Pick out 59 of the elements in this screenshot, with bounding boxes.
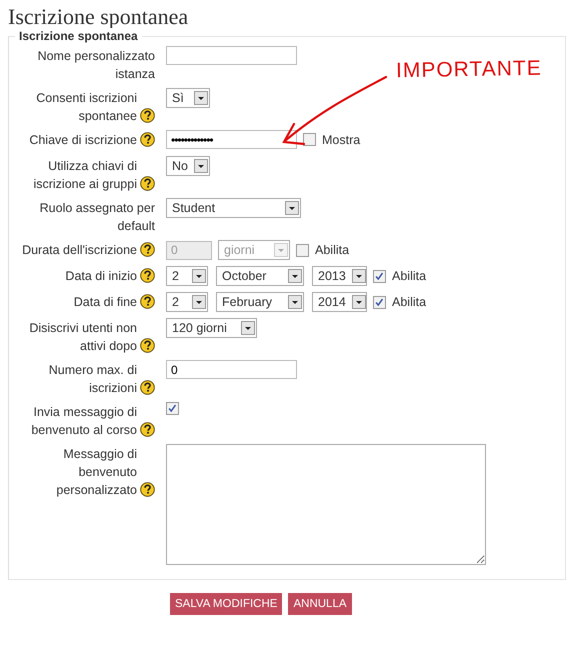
help-icon[interactable] bbox=[140, 268, 155, 283]
dropdown[interactable]: No bbox=[166, 156, 210, 176]
form-button[interactable]: ANNULLA bbox=[288, 593, 352, 615]
field-label: Data di fine bbox=[74, 294, 137, 311]
dropdown[interactable]: Student bbox=[166, 198, 301, 218]
caret-icon bbox=[288, 269, 302, 283]
help-icon[interactable] bbox=[140, 380, 155, 395]
caret-icon bbox=[274, 243, 288, 257]
dropdown[interactable]: February bbox=[216, 292, 304, 312]
checkbox-label: Mostra bbox=[322, 132, 360, 148]
field-label: Nome personalizzato istanza bbox=[36, 48, 155, 83]
field-label: Chiave di iscrizione bbox=[29, 132, 137, 149]
help-icon[interactable] bbox=[140, 338, 155, 353]
caret-icon bbox=[288, 295, 302, 309]
dropdown[interactable]: 2013 bbox=[312, 266, 367, 286]
field-label: Utilizza chiavi di iscrizione ai gruppi bbox=[32, 158, 137, 193]
dropdown[interactable]: 2014 bbox=[312, 292, 367, 312]
help-icon[interactable] bbox=[140, 176, 155, 191]
field-label: Consenti iscrizioni spontanee bbox=[35, 90, 137, 125]
field-label: Invia messaggio di benvenuto al corso bbox=[30, 404, 137, 439]
checkbox[interactable] bbox=[303, 133, 316, 146]
caret-icon bbox=[192, 295, 206, 309]
help-icon[interactable] bbox=[140, 482, 155, 497]
field-label: Ruolo assegnato per default bbox=[38, 200, 155, 235]
help-icon[interactable] bbox=[140, 108, 155, 123]
caret-icon bbox=[192, 269, 206, 283]
caret-icon bbox=[241, 321, 255, 335]
caret-icon bbox=[194, 159, 208, 173]
help-icon[interactable] bbox=[140, 422, 155, 437]
field-label: Disiscrivi utenti non attivi dopo bbox=[28, 320, 137, 355]
annotation-text: IMPORTANTE bbox=[396, 56, 542, 84]
checkbox[interactable] bbox=[373, 296, 386, 308]
dropdown[interactable]: Sì bbox=[166, 88, 210, 108]
dropdown[interactable]: 2 bbox=[166, 292, 208, 312]
caret-icon bbox=[352, 269, 366, 283]
page-title: Iscrizione spontanea bbox=[8, 4, 190, 30]
checkbox-label: Abilita bbox=[392, 294, 426, 311]
help-icon[interactable] bbox=[140, 294, 155, 309]
input-field[interactable] bbox=[166, 46, 297, 65]
checkbox-label: Abilita bbox=[392, 268, 426, 285]
checkbox[interactable] bbox=[166, 402, 179, 415]
input-field[interactable]: 0 bbox=[166, 360, 297, 379]
dropdown[interactable]: 2 bbox=[166, 266, 208, 286]
field-label: Numero max. di iscrizioni bbox=[48, 362, 137, 397]
checkbox[interactable] bbox=[373, 270, 386, 282]
field-label: Durata dell'iscrizione bbox=[22, 242, 137, 259]
input-field[interactable]: ••••••••••••• bbox=[166, 130, 297, 149]
field-label: Messaggio di benvenuto personalizzato bbox=[55, 446, 137, 499]
field-label: Data di inizio bbox=[65, 268, 137, 285]
dropdown[interactable]: 120 giorni bbox=[166, 318, 257, 338]
caret-icon bbox=[352, 295, 366, 309]
dropdown[interactable]: October bbox=[216, 266, 304, 286]
form-button[interactable]: SALVA MODIFICHE bbox=[170, 593, 282, 615]
caret-icon bbox=[285, 201, 299, 215]
help-icon[interactable] bbox=[140, 132, 155, 147]
caret-icon bbox=[194, 91, 208, 105]
checkbox-label: Abilita bbox=[315, 242, 350, 259]
message-field[interactable] bbox=[166, 444, 486, 565]
section-legend: Iscrizione spontanea bbox=[15, 28, 142, 44]
